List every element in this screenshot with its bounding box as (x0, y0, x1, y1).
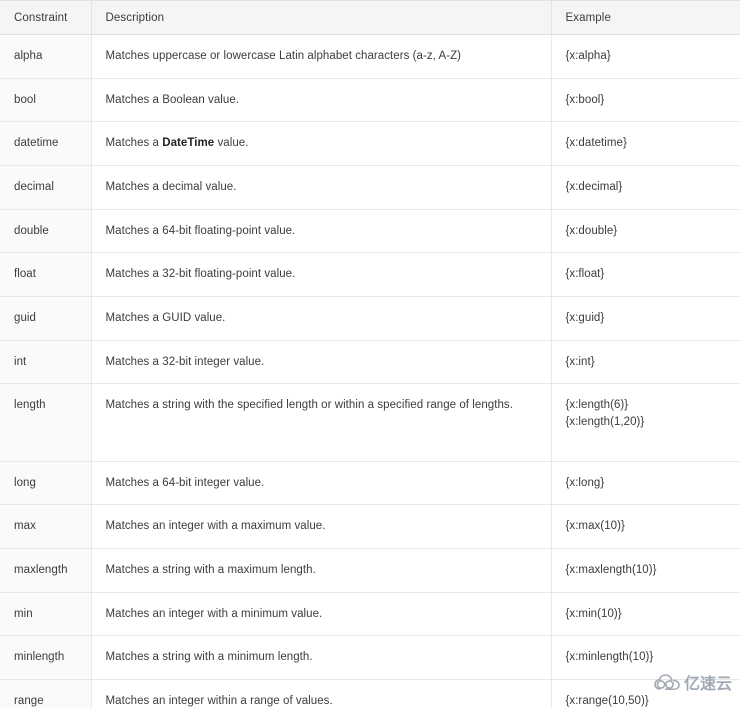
cell-example: {x:int} (551, 340, 740, 384)
table-row: boolMatches a Boolean value.{x:bool} (0, 78, 740, 122)
description-emphasized-term: DateTime (162, 137, 214, 149)
cell-example: {x:alpha} (551, 35, 740, 79)
column-header-description: Description (91, 1, 551, 35)
table-row: lengthMatches a string with the specifie… (0, 384, 740, 461)
cell-constraint-name: int (0, 340, 91, 384)
constraint-reference-table-page: Constraint Description Example alphaMatc… (0, 0, 740, 708)
table-row: minlengthMatches a string with a minimum… (0, 636, 740, 680)
table-row: maxMatches an integer with a maximum val… (0, 505, 740, 549)
cell-description: Matches uppercase or lowercase Latin alp… (91, 35, 551, 79)
table-row: rangeMatches an integer within a range o… (0, 680, 740, 708)
cell-description: Matches a string with a minimum length. (91, 636, 551, 680)
cell-constraint-name: float (0, 253, 91, 297)
cell-example: {x:maxlength(10)} (551, 549, 740, 593)
cell-example: {x:long} (551, 461, 740, 505)
cell-constraint-name: datetime (0, 122, 91, 166)
cell-description: Matches a string with a maximum length. (91, 549, 551, 593)
cell-constraint-name: min (0, 592, 91, 636)
cell-description: Matches an integer within a range of val… (91, 680, 551, 708)
cell-example: {x:max(10)} (551, 505, 740, 549)
cell-example: {x:datetime} (551, 122, 740, 166)
cell-constraint-name: length (0, 384, 91, 461)
table-row: intMatches a 32-bit integer value.{x:int… (0, 340, 740, 384)
cell-example: {x:range(10,50)} (551, 680, 740, 708)
cell-description: Matches an integer with a minimum value. (91, 592, 551, 636)
table-body: alphaMatches uppercase or lowercase Lati… (0, 35, 740, 708)
cell-description: Matches a DateTime value. (91, 122, 551, 166)
table-row: minMatches an integer with a minimum val… (0, 592, 740, 636)
cell-constraint-name: decimal (0, 166, 91, 210)
cell-description: Matches a 64-bit integer value. (91, 461, 551, 505)
cell-description: Matches a GUID value. (91, 297, 551, 341)
cell-description: Matches a 32-bit floating-point value. (91, 253, 551, 297)
cell-constraint-name: max (0, 505, 91, 549)
cell-description: Matches a 64-bit floating-point value. (91, 209, 551, 253)
cell-example: {x:minlength(10)} (551, 636, 740, 680)
route-constraint-table: Constraint Description Example alphaMatc… (0, 0, 740, 708)
table-row: decimalMatches a decimal value.{x:decima… (0, 166, 740, 210)
cell-description: Matches a Boolean value. (91, 78, 551, 122)
cell-description: Matches a 32-bit integer value. (91, 340, 551, 384)
table-row: guidMatches a GUID value.{x:guid} (0, 297, 740, 341)
cell-constraint-name: range (0, 680, 91, 708)
cell-example: {x:bool} (551, 78, 740, 122)
cell-constraint-name: minlength (0, 636, 91, 680)
table-row: maxlengthMatches a string with a maximum… (0, 549, 740, 593)
description-text-post: value. (214, 137, 248, 149)
column-header-example: Example (551, 1, 740, 35)
cell-constraint-name: guid (0, 297, 91, 341)
table-row: alphaMatches uppercase or lowercase Lati… (0, 35, 740, 79)
column-header-constraint: Constraint (0, 1, 91, 35)
cell-description: Matches an integer with a maximum value. (91, 505, 551, 549)
cell-constraint-name: maxlength (0, 549, 91, 593)
cell-example: {x:decimal} (551, 166, 740, 210)
table-header-row: Constraint Description Example (0, 1, 740, 35)
cell-example: {x:length(6)} {x:length(1,20)} (551, 384, 740, 461)
cell-constraint-name: long (0, 461, 91, 505)
cell-example: {x:double} (551, 209, 740, 253)
table-row: floatMatches a 32-bit floating-point val… (0, 253, 740, 297)
table-row: datetimeMatches a DateTime value.{x:date… (0, 122, 740, 166)
cell-description: Matches a string with the specified leng… (91, 384, 551, 461)
cell-constraint-name: alpha (0, 35, 91, 79)
cell-constraint-name: bool (0, 78, 91, 122)
cell-example: {x:min(10)} (551, 592, 740, 636)
cell-example: {x:float} (551, 253, 740, 297)
cell-example: {x:guid} (551, 297, 740, 341)
cell-description: Matches a decimal value. (91, 166, 551, 210)
table-row: doubleMatches a 64-bit floating-point va… (0, 209, 740, 253)
description-text-pre: Matches a (106, 137, 163, 149)
cell-constraint-name: double (0, 209, 91, 253)
table-header: Constraint Description Example (0, 1, 740, 35)
table-row: longMatches a 64-bit integer value.{x:lo… (0, 461, 740, 505)
